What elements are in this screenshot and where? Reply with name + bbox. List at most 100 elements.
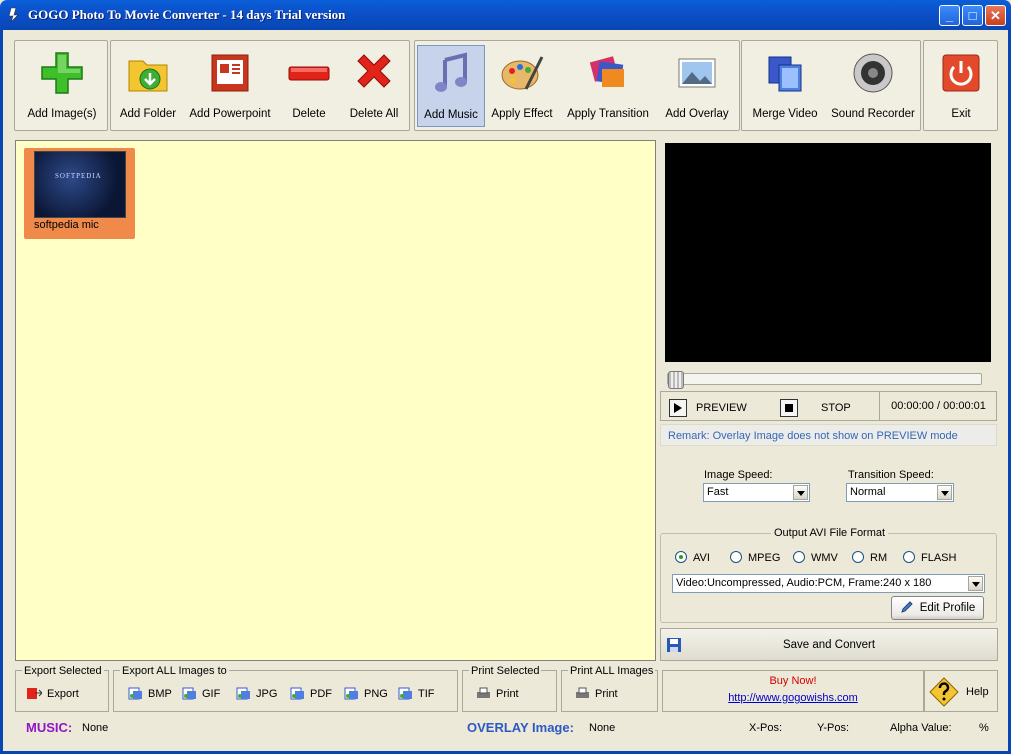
red-x-icon xyxy=(357,54,391,88)
stop-label: STOP xyxy=(821,402,851,414)
xpos-label: X-Pos: xyxy=(749,722,783,734)
pencil-icon xyxy=(900,601,913,613)
seek-slider-track[interactable] xyxy=(667,373,982,385)
image-file-icon xyxy=(182,687,196,700)
chevron-down-icon[interactable] xyxy=(937,485,952,500)
delete-button[interactable]: Delete xyxy=(277,45,341,127)
preview-label: PREVIEW xyxy=(696,402,747,414)
delete-all-button[interactable]: Delete All xyxy=(341,45,407,127)
export-bmp-label: BMP xyxy=(148,688,172,700)
delete-label: Delete xyxy=(292,108,326,120)
remark-text: Remark: Overlay Image does not show on P… xyxy=(660,424,997,446)
help-button[interactable]: Help xyxy=(924,670,998,712)
add-powerpoint-button[interactable]: Add Powerpoint xyxy=(185,45,275,127)
sound-recorder-label: Sound Recorder xyxy=(831,108,915,120)
image-speed-label: Image Speed: xyxy=(704,469,773,481)
format-label: MPEG xyxy=(748,552,781,564)
palette-icon xyxy=(501,56,544,90)
radio-dot[interactable] xyxy=(730,551,742,563)
toolbar-group-manage: Add Folder Add Powerpoint Delete Delete … xyxy=(110,40,410,131)
add-music-button[interactable]: Add Music xyxy=(417,45,485,127)
add-overlay-button[interactable]: Add Overlay xyxy=(657,45,737,127)
export-pdf-button[interactable]: PDF xyxy=(290,687,332,700)
close-button[interactable]: ✕ xyxy=(985,5,1006,26)
edit-profile-button[interactable]: Edit Profile xyxy=(891,596,984,620)
image-thumbnail[interactable]: SOFTPEDIA softpedia mic xyxy=(24,148,135,239)
transition-speed-label: Transition Speed: xyxy=(848,469,934,481)
image-list-panel[interactable]: SOFTPEDIA softpedia mic xyxy=(15,140,656,661)
toolbar-group-effects: Add Music Apply Effect Apply Transition … xyxy=(414,40,740,131)
music-status-value: None xyxy=(82,722,109,734)
image-file-icon xyxy=(344,687,358,700)
transition-speed-select[interactable]: Normal xyxy=(846,483,954,502)
save-and-convert-label: Save and Convert xyxy=(782,639,876,651)
main-toolbar: Add Image(s) Add Folder Add Powerpoint D… xyxy=(14,40,998,131)
profile-value: Video:Uncompressed, Audio:PCM, Frame:240… xyxy=(676,577,932,589)
apply-transition-label: Apply Transition xyxy=(567,108,649,120)
output-format-group: Output AVI File Format AVI MPEG WMV RM F… xyxy=(660,527,997,623)
format-radio-wmv[interactable]: WMV xyxy=(793,551,838,564)
add-images-button[interactable]: Add Image(s) xyxy=(17,45,107,127)
radio-dot[interactable] xyxy=(903,551,915,563)
play-button[interactable] xyxy=(669,399,687,417)
format-radio-avi[interactable]: AVI xyxy=(675,551,710,564)
chevron-down-icon[interactable] xyxy=(793,485,808,500)
output-format-legend: Output AVI File Format xyxy=(771,527,889,539)
minimize-button[interactable]: _ xyxy=(939,5,960,26)
format-radio-mpeg[interactable]: MPEG xyxy=(730,551,780,564)
format-label: WMV xyxy=(811,552,838,564)
export-button[interactable]: Export xyxy=(27,687,79,700)
website-link[interactable]: http://www.gogowishs.com xyxy=(663,692,923,704)
ypos-label: Y-Pos: xyxy=(817,722,850,734)
profile-select[interactable]: Video:Uncompressed, Audio:PCM, Frame:240… xyxy=(672,574,985,593)
apply-effect-button[interactable]: Apply Effect xyxy=(487,45,557,127)
thumbnail-caption: softpedia mic xyxy=(34,219,99,231)
print-all-button[interactable]: Print xyxy=(575,687,618,700)
thumbnail-image: SOFTPEDIA xyxy=(34,151,126,218)
music-note-icon xyxy=(435,52,467,92)
toolbar-group-add: Add Image(s) xyxy=(14,40,108,131)
image-file-icon xyxy=(398,687,412,700)
export-png-button[interactable]: PNG xyxy=(344,687,388,700)
merge-video-label: Merge Video xyxy=(752,108,818,120)
radio-dot[interactable] xyxy=(675,551,687,563)
format-radio-rm[interactable]: RM xyxy=(852,551,887,564)
alpha-value-label: Alpha Value: xyxy=(890,722,952,734)
thumbnail-text: SOFTPEDIA xyxy=(55,172,102,180)
format-radio-flash[interactable]: FLASH xyxy=(903,551,956,564)
export-jpg-button[interactable]: JPG xyxy=(236,687,277,700)
merge-video-button[interactable]: Merge Video xyxy=(744,45,826,127)
maximize-button[interactable]: □ xyxy=(962,5,983,26)
export-pdf-label: PDF xyxy=(310,688,332,700)
help-label: Help xyxy=(966,686,989,698)
save-and-convert-button[interactable]: Save and Convert xyxy=(660,628,998,661)
buy-now-box: Buy Now! http://www.gogowishs.com xyxy=(662,670,924,712)
add-folder-label: Add Folder xyxy=(119,108,177,120)
chevron-down-icon[interactable] xyxy=(968,576,983,591)
title-bar[interactable]: GOGO Photo To Movie Converter - 14 days … xyxy=(0,0,1011,30)
sound-recorder-button[interactable]: Sound Recorder xyxy=(828,45,918,127)
exit-button[interactable]: Exit xyxy=(926,45,996,127)
apply-transition-button[interactable]: Apply Transition xyxy=(561,45,655,127)
radio-dot[interactable] xyxy=(793,551,805,563)
add-overlay-label: Add Overlay xyxy=(665,108,729,120)
seek-slider-thumb[interactable] xyxy=(668,371,684,389)
export-gif-button[interactable]: GIF xyxy=(182,687,220,700)
image-speed-select[interactable]: Fast xyxy=(703,483,810,502)
print-selected-button[interactable]: Print xyxy=(476,687,519,700)
export-tif-button[interactable]: TIF xyxy=(398,687,435,700)
alpha-percent-label: % xyxy=(979,722,989,734)
speaker-icon xyxy=(853,53,893,93)
print-selected-label: Print Selected xyxy=(469,665,542,677)
power-icon xyxy=(942,54,980,92)
add-folder-button[interactable]: Add Folder xyxy=(113,45,183,127)
stop-button[interactable] xyxy=(780,399,798,417)
radio-dot[interactable] xyxy=(852,551,864,563)
printer-icon xyxy=(477,687,490,698)
music-status-label: MUSIC: xyxy=(26,720,73,735)
format-label: FLASH xyxy=(921,552,957,564)
add-powerpoint-label: Add Powerpoint xyxy=(189,108,271,120)
toolbar-group-exit: Exit xyxy=(923,40,998,131)
export-gif-label: GIF xyxy=(202,688,221,700)
export-bmp-button[interactable]: BMP xyxy=(128,687,172,700)
